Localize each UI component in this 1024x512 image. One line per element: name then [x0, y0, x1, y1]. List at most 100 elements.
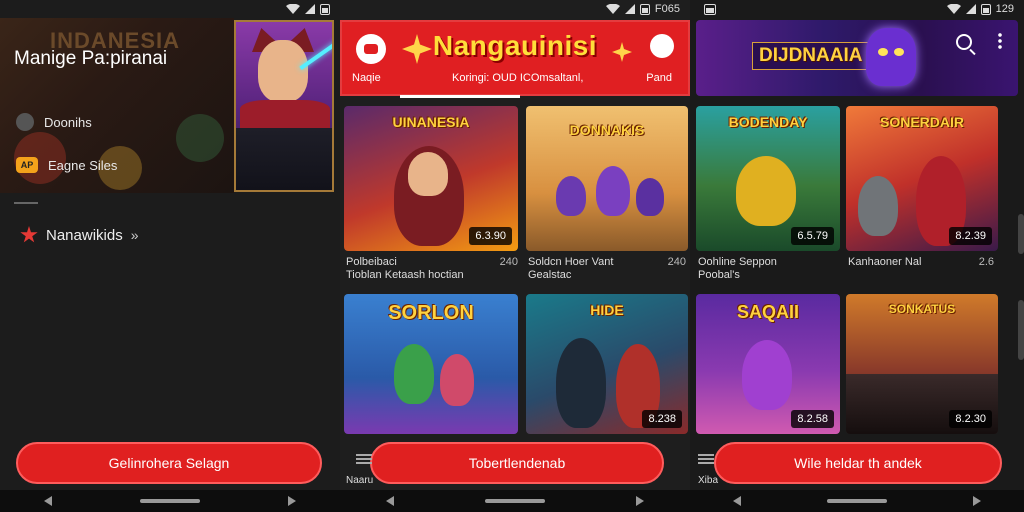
nav-item-featured[interactable]: Nanawikids » [20, 226, 139, 244]
game-card-meta-title: Soldcn Hoer Vant [528, 256, 614, 268]
mascot-art [866, 28, 916, 86]
game-card-title: DONNAKIS [569, 122, 645, 138]
price-badge: 8.2.58 [791, 410, 834, 428]
scrollbar[interactable] [1018, 300, 1024, 360]
character-art [596, 166, 630, 216]
wifi-icon [946, 4, 961, 14]
game-card[interactable]: SORLON [344, 294, 518, 434]
wifi-icon [605, 4, 620, 14]
android-navbar [0, 490, 340, 512]
game-card[interactable]: SONERDAIR 8.2.39 [846, 106, 998, 251]
game-card-meta-title: Kanhaoner Nal [848, 256, 922, 268]
menu-row-account[interactable]: Doonihs [16, 113, 92, 131]
battery-icon [980, 3, 991, 15]
signal-icon [965, 4, 976, 14]
home-pill-icon[interactable] [484, 499, 545, 503]
home-pill-icon[interactable] [140, 499, 200, 503]
menu-row-sales[interactable]: AP Eagne Siles [16, 157, 117, 173]
game-card-count: 2.6 [978, 256, 994, 268]
banner-title: DIJDNAAIA [752, 42, 870, 70]
forward-icon[interactable] [288, 496, 296, 506]
star-icon [20, 226, 38, 243]
character-art [440, 354, 474, 406]
game-card[interactable]: BODENDAY 6.5.79 [696, 106, 840, 251]
search-icon[interactable] [956, 34, 972, 50]
android-navbar [340, 490, 690, 512]
game-card-meta-sub: Gealstac [528, 269, 572, 281]
menu-icon[interactable] [698, 454, 714, 464]
scrollbar[interactable] [1018, 214, 1024, 254]
game-card-meta-title: Oohline Seppon [698, 256, 777, 268]
game-card-title: SORLON [388, 302, 474, 324]
game-card-count: 240 [499, 256, 518, 268]
store-panel: F065 Nangauinisi Naqie Koringi: OUD ICOm… [340, 0, 690, 512]
game-card-meta-sub: Tioblan Ketaash hoctian [346, 269, 464, 281]
back-icon[interactable] [44, 496, 52, 506]
menu-row-label: Doonihs [44, 114, 92, 130]
back-icon[interactable] [385, 496, 394, 506]
game-card-meta-sub: Poobal's [698, 269, 740, 281]
footer-label: Naaru [346, 475, 374, 486]
game-card-title: BODENDAY [728, 114, 808, 130]
price-badge: 6.5.79 [791, 227, 834, 245]
catalog-panel: 129 DIJDNAAIA BODENDAY 6.5.79 Oohline Se… [690, 0, 1024, 512]
price-badge: 8.2.30 [949, 410, 992, 428]
game-card[interactable]: SONKATUS 8.2.30 [846, 294, 998, 434]
character-art [394, 344, 434, 404]
user-avatar-icon [16, 113, 34, 131]
battery-icon [320, 3, 330, 15]
game-card-meta: Oohline Seppon Poobal's [698, 256, 838, 282]
character-art [556, 176, 586, 216]
game-card-title: HIDE [590, 302, 624, 318]
price-badge: 8.2.39 [949, 227, 992, 245]
menu-row-label: Eagne Siles [48, 157, 118, 173]
profile-icon[interactable] [650, 34, 674, 58]
status-time: F065 [654, 3, 680, 15]
character-art [742, 340, 792, 410]
promo-banner[interactable]: Nangauinisi Naqie Koringi: OUD ICOmsalta… [340, 20, 690, 96]
game-card[interactable]: SAQAII 8.2.58 [696, 294, 840, 434]
banner-sub-left: Naqie [352, 72, 381, 84]
status-bar [0, 0, 340, 18]
character-face [258, 40, 308, 102]
battery-icon [639, 3, 650, 15]
primary-action-button[interactable]: Gelinrohera Selagn [16, 442, 322, 484]
signal-icon [624, 4, 635, 14]
nav-item-label: Nanawikids [46, 226, 123, 244]
status-bar: 129 [690, 0, 1024, 18]
character-art [858, 176, 898, 236]
status-bar: F065 [340, 0, 690, 18]
game-card-title: SONKATUS [888, 302, 956, 316]
game-card[interactable]: DONNAKIS [526, 106, 688, 251]
back-icon[interactable] [733, 496, 741, 506]
game-card-title: UINANESIA [392, 114, 470, 130]
character-coat [240, 100, 330, 130]
wifi-icon [286, 4, 300, 14]
game-card-meta: Soldcn Hoer Vant Gealstac 240 [528, 256, 686, 282]
more-vert-icon[interactable] [998, 32, 1002, 50]
banner-subtitle: Koringi: OUD ICOmsaltanl, [452, 72, 584, 84]
primary-action-button[interactable]: Tobertlendenab [370, 442, 664, 484]
footer-label: Xiba [698, 475, 719, 486]
hero-character-card[interactable] [234, 20, 334, 192]
home-pill-icon[interactable] [827, 499, 887, 503]
primary-action-button[interactable]: Wile heldar th andek [714, 442, 1002, 484]
status-time: 129 [995, 3, 1014, 15]
android-navbar [690, 490, 1024, 512]
game-card-meta-title: Polbeibaci [346, 256, 397, 268]
hero-banner[interactable]: DIJDNAAIA [696, 20, 1018, 96]
forward-icon[interactable] [973, 496, 981, 506]
game-card-meta: Polbeibaci Tioblan Ketaash hoctian 240 [346, 256, 518, 282]
signal-icon [305, 4, 315, 14]
game-card-meta: Kanhaoner Nal 2.6 [848, 256, 994, 269]
forward-icon[interactable] [636, 496, 645, 506]
menu-icon[interactable] [356, 454, 372, 464]
game-card[interactable]: HIDE 8.238 [526, 294, 688, 434]
game-card-count: 240 [667, 256, 686, 268]
drawer-title: Manige Pa:piranai [14, 48, 168, 69]
game-card[interactable]: UINANESIA 6.3.90 [344, 106, 518, 251]
game-card-title: SAQAII [736, 302, 799, 322]
price-badge: 6.3.90 [469, 227, 512, 245]
character-face [408, 152, 448, 196]
price-badge: 8.238 [642, 410, 682, 428]
